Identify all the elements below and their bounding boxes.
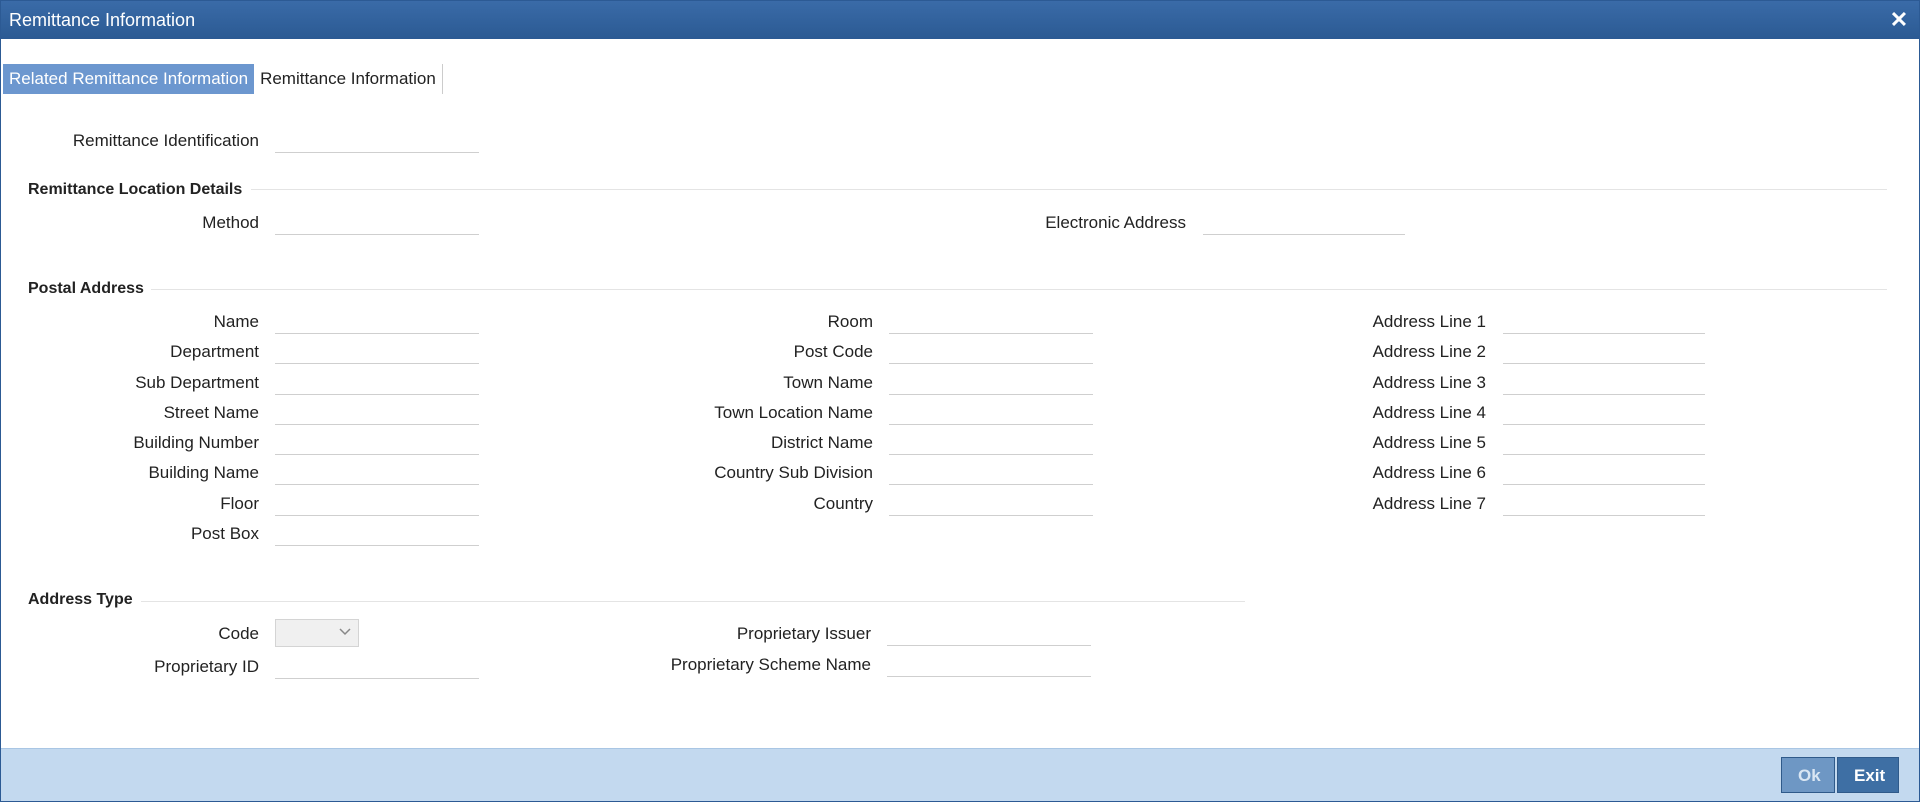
post-box-label: Post Box [190,524,259,543]
street-name-input[interactable] [275,401,479,425]
tab-related-remittance-information[interactable]: Related Remittance Information [3,64,255,94]
town-name-input[interactable] [889,371,1093,395]
remittance-dialog: Remittance Information ✕ Related Remitta… [0,0,1920,802]
address-line-3-label: Address Line 3 [1372,373,1486,392]
sub-department-input[interactable] [275,371,479,395]
address-line-6-input[interactable] [1503,461,1705,485]
code-label: Code [218,624,259,643]
address-line-1-input[interactable] [1503,310,1705,334]
remittance-identification-input[interactable] [275,129,479,153]
post-code-input[interactable] [889,340,1093,364]
close-icon[interactable]: ✕ [1887,7,1911,33]
street-name-label: Street Name [163,403,259,422]
title-bar: Remittance Information ✕ [1,1,1919,39]
tab-remittance-information[interactable]: Remittance Information [254,64,443,94]
department-input[interactable] [275,340,479,364]
address-type-title: Address Type [28,591,133,608]
window-title: Remittance Information [9,10,196,30]
remittance-identification-label: Remittance Identification [72,131,259,150]
address-line-1-label: Address Line 1 [1372,312,1486,331]
address-line-2-label: Address Line 2 [1372,342,1486,361]
address-line-2-input[interactable] [1503,340,1705,364]
remittance-location-details-title: Remittance Location Details [28,181,243,198]
exit-button[interactable]: Exit [1837,757,1899,793]
address-line-7-label: Address Line 7 [1372,494,1486,513]
country-input[interactable] [889,492,1093,516]
floor-label: Floor [220,494,259,513]
electronic-address-input[interactable] [1203,211,1405,235]
dialog-footer: Ok Exit [1,748,1919,801]
name-input[interactable] [275,310,479,334]
district-name-label: District Name [770,433,873,452]
chevron-down-icon [339,628,351,636]
sub-department-label: Sub Department [135,373,259,392]
address-line-5-input[interactable] [1503,431,1705,455]
address-line-4-input[interactable] [1503,401,1705,425]
proprietary-issuer-label: Proprietary Issuer [736,624,871,643]
building-number-input[interactable] [275,431,479,455]
section-divider [151,289,1887,290]
tab-bar: Related Remittance Information Remittanc… [3,64,443,94]
method-label: Method [202,213,259,232]
code-select[interactable] [275,619,359,647]
room-label: Room [827,312,873,331]
town-location-name-label: Town Location Name [714,403,873,422]
method-input[interactable] [275,211,479,235]
proprietary-scheme-name-input[interactable] [887,653,1091,677]
post-code-label: Post Code [793,342,873,361]
electronic-address-label: Electronic Address [1045,213,1186,232]
town-name-label: Town Name [783,373,873,392]
proprietary-scheme-name-label: Proprietary Scheme Name [670,655,871,674]
proprietary-id-label: Proprietary ID [154,657,259,676]
building-number-label: Building Number [133,433,259,452]
town-location-name-input[interactable] [889,401,1093,425]
address-line-7-input[interactable] [1503,492,1705,516]
postal-address-title: Postal Address [28,280,144,297]
building-name-label: Building Name [148,463,259,482]
section-divider [251,189,1887,190]
district-name-input[interactable] [889,431,1093,455]
country-sub-division-label: Country Sub Division [714,463,873,482]
country-sub-division-input[interactable] [889,461,1093,485]
floor-input[interactable] [275,492,479,516]
address-line-5-label: Address Line 5 [1372,433,1486,452]
section-divider [141,601,1245,602]
building-name-input[interactable] [275,461,479,485]
address-line-6-label: Address Line 6 [1372,463,1486,482]
ok-button[interactable]: Ok [1781,757,1835,793]
proprietary-issuer-input[interactable] [887,622,1091,646]
name-label: Name [213,312,259,331]
department-label: Department [170,342,259,361]
country-label: Country [813,494,873,513]
address-line-3-input[interactable] [1503,371,1705,395]
proprietary-id-input[interactable] [275,655,479,679]
post-box-input[interactable] [275,522,479,546]
address-line-4-label: Address Line 4 [1372,403,1486,422]
room-input[interactable] [889,310,1093,334]
